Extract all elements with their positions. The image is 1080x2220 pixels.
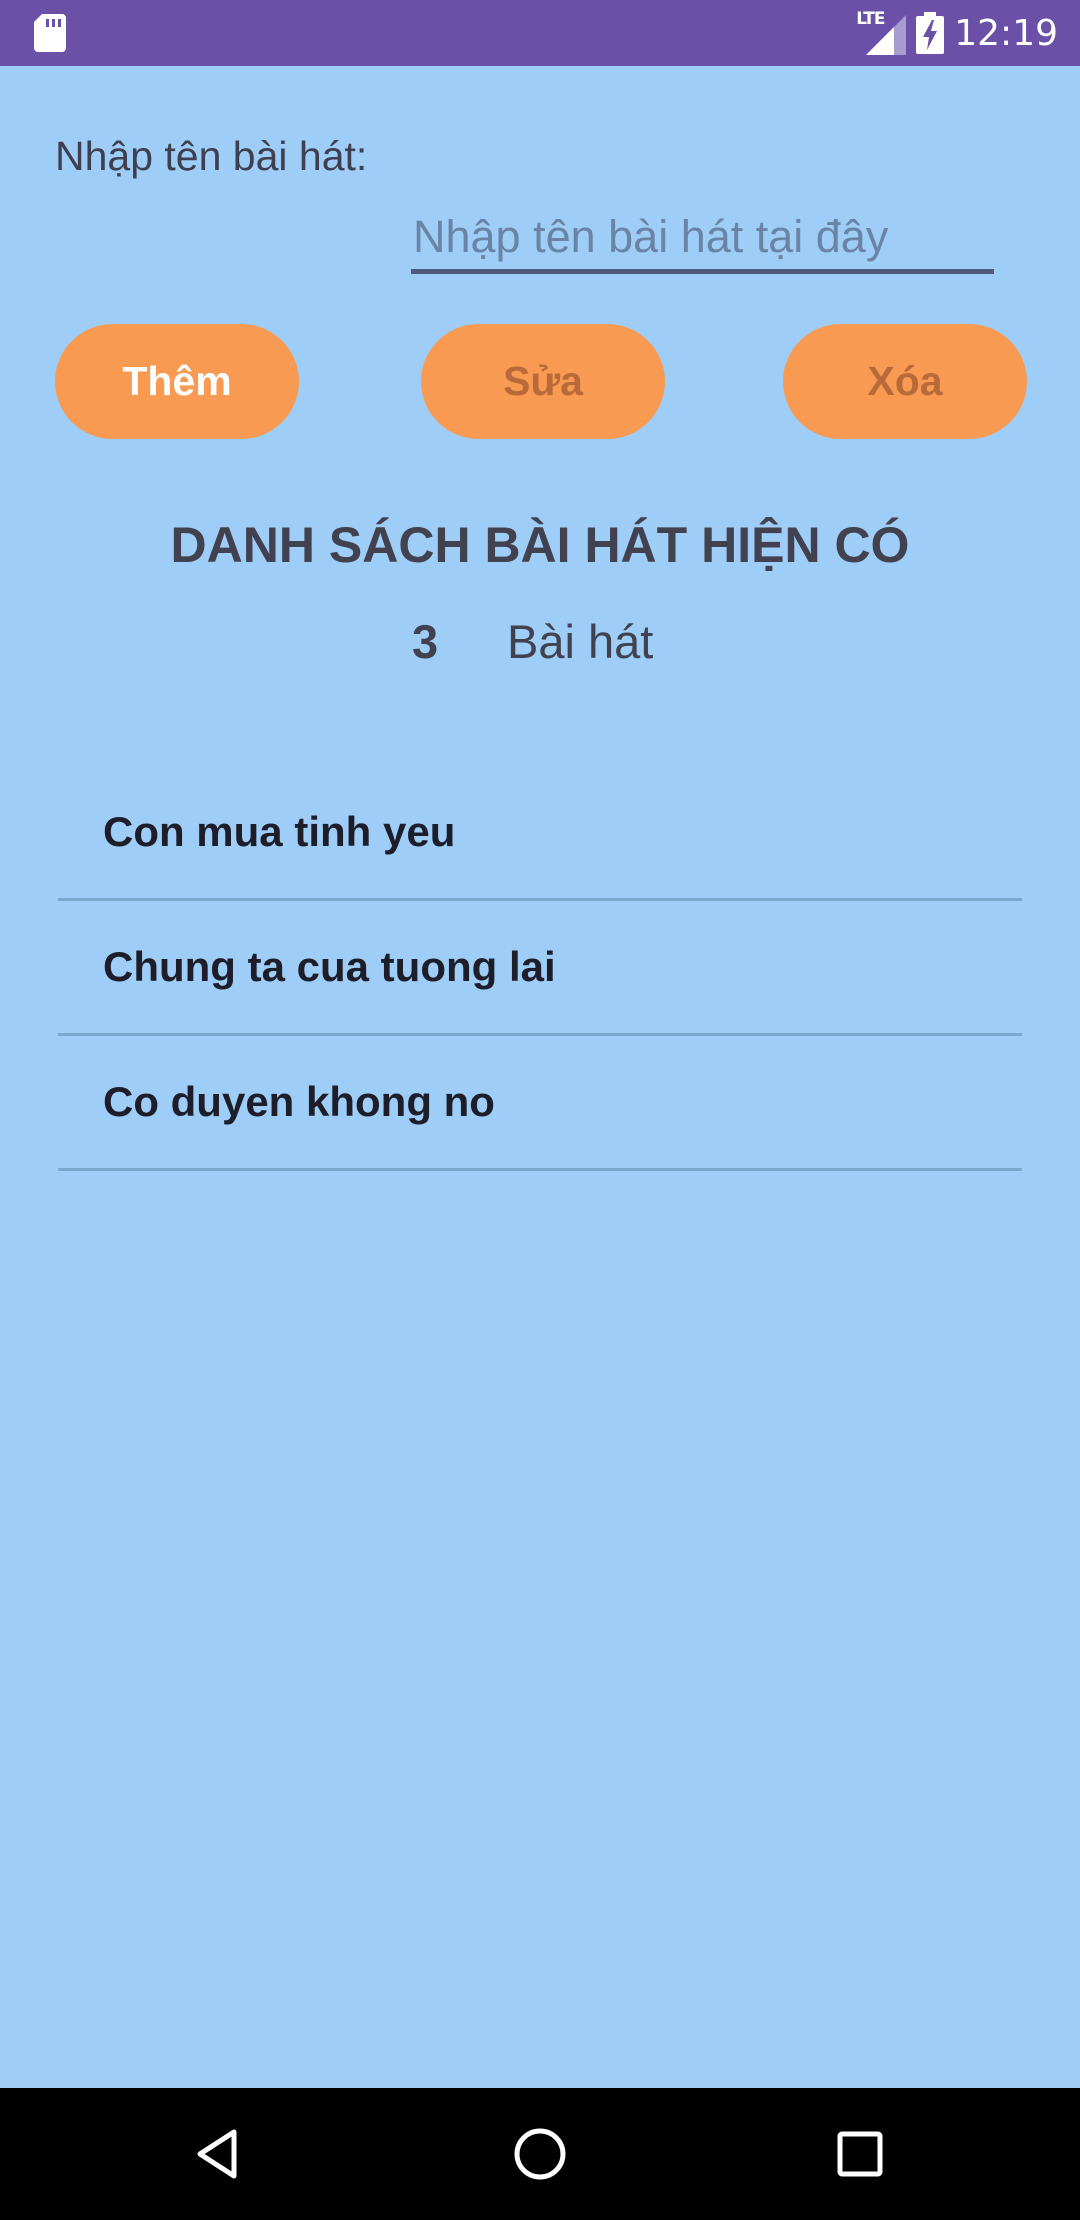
navigation-bar: [0, 2088, 1080, 2220]
delete-button[interactable]: Xóa: [783, 324, 1027, 439]
clock: 12:19: [954, 12, 1058, 54]
status-bar: LTE 12:19: [0, 0, 1080, 66]
song-name-form: Nhập tên bài hát:: [55, 133, 994, 274]
song-count-label: Bài hát: [507, 615, 654, 668]
song-name-label: Nhập tên bài hát:: [55, 133, 368, 179]
recents-icon[interactable]: [830, 2124, 890, 2184]
song-list-title: DANH SÁCH BÀI HÁT HIỆN CÓ: [170, 517, 910, 573]
song-count: 3 Bài hát: [0, 614, 1080, 674]
song-list-item[interactable]: Co duyen khong no: [58, 1036, 1022, 1171]
song-list-item[interactable]: Con mua tinh yeu: [58, 766, 1022, 901]
song-list-item[interactable]: Chung ta cua tuong lai: [58, 901, 1022, 1036]
add-button[interactable]: Thêm: [55, 324, 299, 439]
home-icon[interactable]: [510, 2124, 570, 2184]
battery-charging-icon: [916, 12, 945, 54]
signal-icon: [866, 15, 907, 55]
sd-card-icon: [34, 14, 66, 52]
back-icon[interactable]: [190, 2124, 250, 2184]
song-list: Con mua tinh yeu Chung ta cua tuong lai …: [58, 766, 1022, 1171]
song-name-input[interactable]: [411, 204, 994, 274]
song-count-number: 3: [412, 615, 439, 668]
edit-button[interactable]: Sửa: [421, 324, 665, 439]
network-indicator: LTE: [856, 9, 907, 55]
app-content: Nhập tên bài hát: Thêm Sửa Xóa DANH SÁCH…: [0, 66, 1080, 2088]
